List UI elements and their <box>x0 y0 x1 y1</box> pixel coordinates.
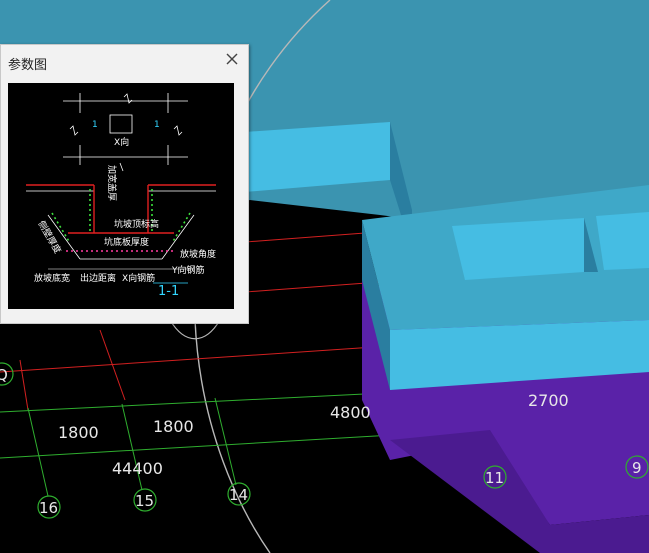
dim-2700: 2700 <box>528 391 569 410</box>
svg-text:11: 11 <box>485 469 504 487</box>
axis-bubble-15[interactable]: 15 <box>133 488 157 512</box>
label-y-rebar: Y向钢筋 <box>171 264 205 276</box>
slab-opening-2 <box>596 212 649 270</box>
plan-x-dir: X向 <box>114 136 129 148</box>
slab-opening-1 <box>452 218 584 280</box>
close-icon[interactable] <box>224 51 240 67</box>
label-slope-top-offset: 坑坡顶标高 <box>114 218 159 230</box>
label-wall-thickness: 侧壁厚度 <box>35 219 63 256</box>
dim-total-44400: 44400 <box>112 459 163 478</box>
dim-4800: 4800 <box>330 403 371 422</box>
label-edge-distance: 出边距离 <box>80 272 116 284</box>
dim-1800-a: 1800 <box>58 423 99 442</box>
svg-text:Q: Q <box>0 366 8 384</box>
label-bottom-thickness: 坑底板厚度 <box>104 236 149 248</box>
section-title: 1-1 <box>158 284 179 299</box>
axis-bubble-16[interactable]: 16 <box>37 495 61 519</box>
svg-text:14: 14 <box>229 486 248 504</box>
parameter-diagram-panel[interactable]: 参数图 1 1 X向 加宽盖厚 坑坡顶标高 坑底板厚度 放坡角度 Y向钢筋 X向… <box>0 44 249 324</box>
label-slope-angle: 放坡角度 <box>180 248 216 260</box>
svg-text:16: 16 <box>39 499 58 517</box>
label-slope-bottom-width: 放坡底宽 <box>34 272 70 284</box>
panel-title: 参数图 <box>8 58 48 73</box>
plan-view <box>63 93 188 172</box>
label-top-outer-width: 加宽盖厚 <box>106 165 118 201</box>
axis-bubble-11[interactable]: 11 <box>483 465 507 489</box>
axis-bubble-14[interactable]: 14 <box>227 482 251 506</box>
parameter-diagram: 1 1 X向 加宽盖厚 坑坡顶标高 坑底板厚度 放坡角度 Y向钢筋 X向钢筋 放… <box>8 83 234 309</box>
axis-bubble-Q[interactable]: Q <box>0 362 14 386</box>
plan-mark-right: 1 <box>154 120 160 130</box>
dim-1800-b: 1800 <box>153 417 194 436</box>
label-x-rebar: X向钢筋 <box>122 272 155 284</box>
svg-text:9: 9 <box>632 459 642 477</box>
slab-left-top <box>245 122 390 192</box>
plan-mark-left: 1 <box>92 120 98 130</box>
svg-text:15: 15 <box>135 492 154 510</box>
